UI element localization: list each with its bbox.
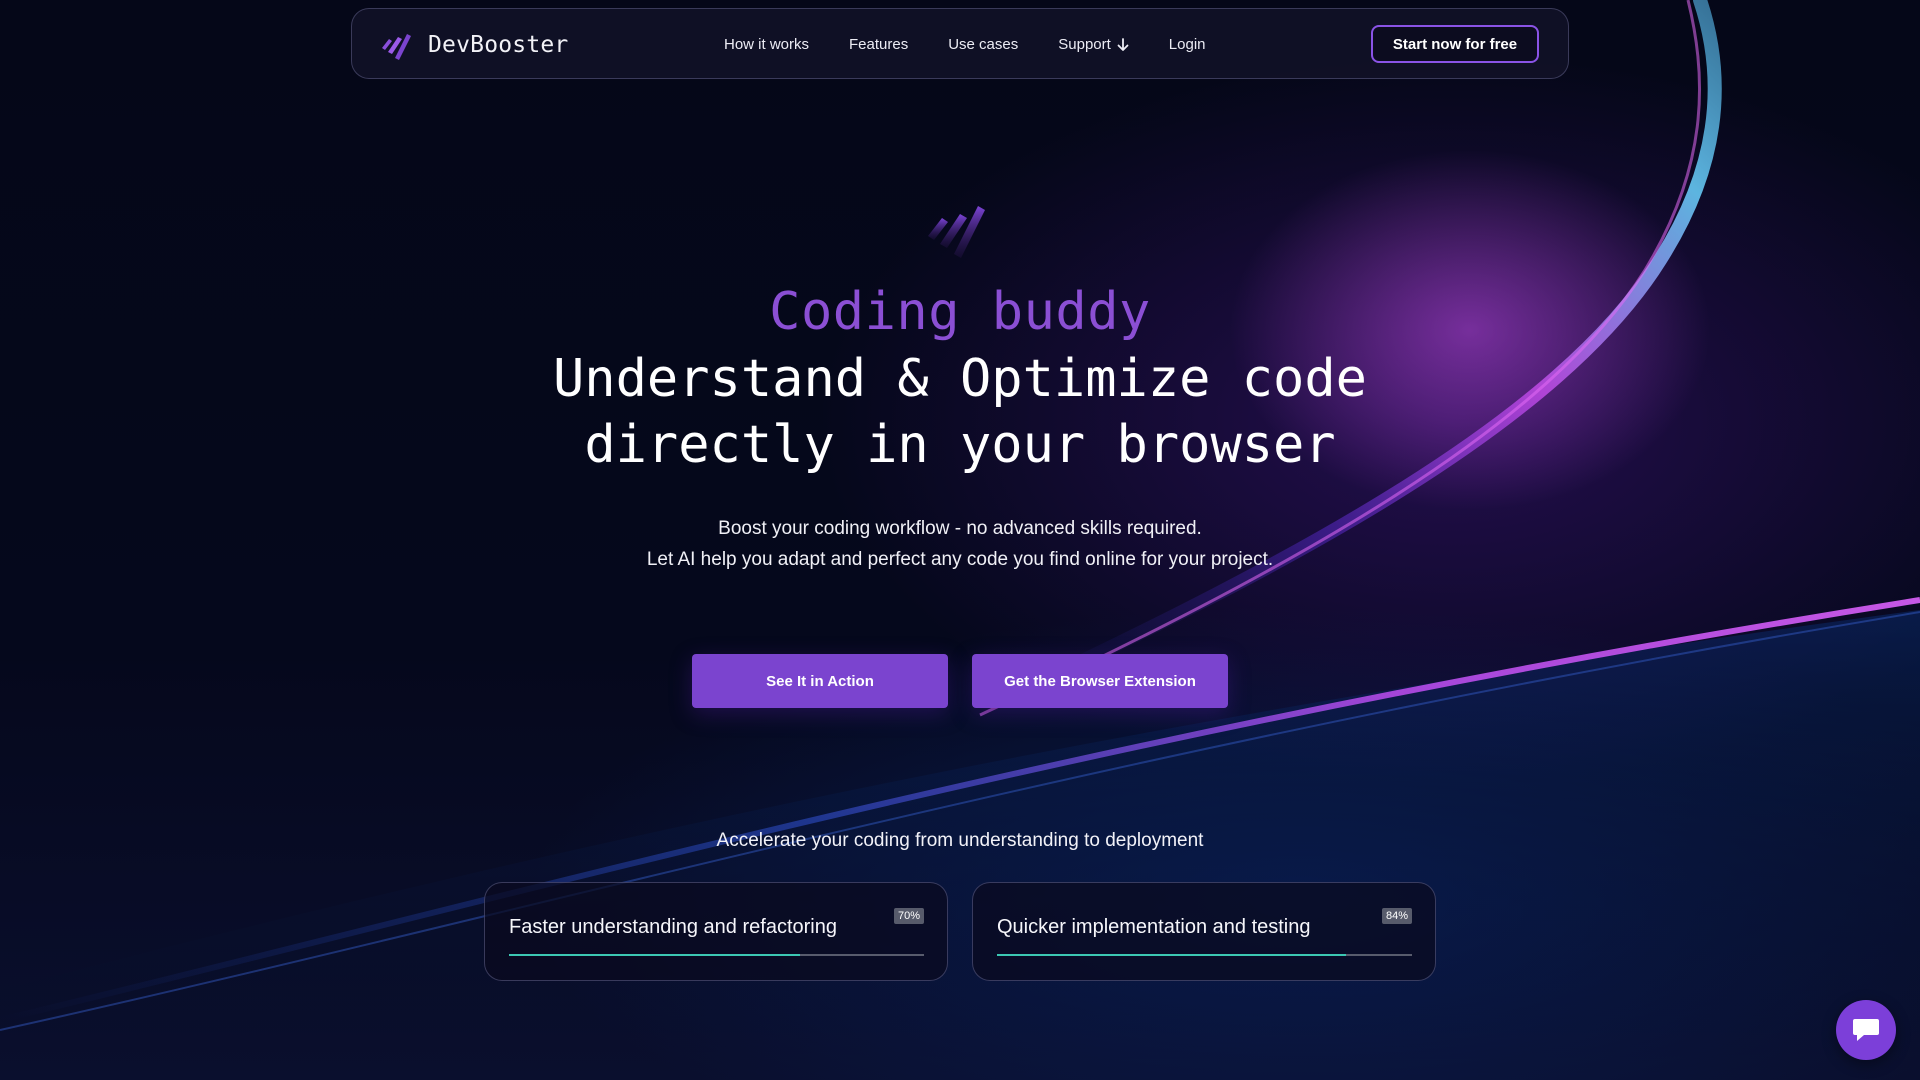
brand-name: DevBooster xyxy=(428,31,569,58)
hero-subtitle: Boost your coding workflow - no advanced… xyxy=(0,513,1920,575)
hero-title-line-2: directly in your browser xyxy=(584,415,1336,475)
chat-launcher-button[interactable] xyxy=(1836,1000,1896,1060)
landing-page: DevBooster How it works Features Use cas… xyxy=(0,0,1920,1080)
nav-link-login[interactable]: Login xyxy=(1169,36,1206,53)
nav-link-features[interactable]: Features xyxy=(849,36,908,53)
metric-label: Faster understanding and refactoring xyxy=(509,916,837,938)
metrics-heading: Accelerate your coding from understandin… xyxy=(716,830,1204,851)
hero-subtitle-line-2: Let AI help you adapt and perfect any co… xyxy=(646,549,1274,570)
metric-progress-fill xyxy=(997,954,1346,956)
nav-link-how-it-works[interactable]: How it works xyxy=(724,36,809,53)
arrow-down-icon xyxy=(1117,37,1129,51)
devbooster-logo-icon xyxy=(382,33,411,60)
metric-label: Quicker implementation and testing xyxy=(997,916,1311,938)
metric-progress-track xyxy=(997,954,1412,956)
metric-card-understanding: Faster understanding and refactoring 70% xyxy=(484,882,948,981)
top-navbar: DevBooster How it works Features Use cas… xyxy=(351,8,1569,79)
nav-link-support[interactable]: Support xyxy=(1058,36,1129,53)
metric-progress-track xyxy=(509,954,924,956)
metric-percent-badge: 70% xyxy=(893,908,924,924)
see-it-in-action-button[interactable]: See It in Action xyxy=(692,654,948,708)
hero-title-line-1: Understand & Optimize code xyxy=(553,349,1367,409)
hero-subtitle-line-1: Boost your coding workflow - no advanced… xyxy=(718,518,1202,539)
start-free-button[interactable]: Start now for free xyxy=(1371,25,1539,63)
hero-logo-icon xyxy=(928,206,985,258)
brand[interactable]: DevBooster xyxy=(380,9,568,80)
nav-link-support-label: Support xyxy=(1058,36,1111,53)
get-browser-extension-button[interactable]: Get the Browser Extension xyxy=(972,654,1228,708)
nav-link-use-cases[interactable]: Use cases xyxy=(948,36,1018,53)
hero-eyebrow: Coding buddy xyxy=(769,282,1151,342)
nav-links: How it works Features Use cases Support … xyxy=(724,9,1246,80)
metric-progress-fill xyxy=(509,954,800,956)
hero-title: Understand & Optimize code directly in y… xyxy=(460,346,1460,478)
metric-card-implementation: Quicker implementation and testing 84% xyxy=(972,882,1436,981)
chat-bubble-icon xyxy=(1853,1019,1879,1041)
metric-percent-badge: 84% xyxy=(1381,908,1412,924)
